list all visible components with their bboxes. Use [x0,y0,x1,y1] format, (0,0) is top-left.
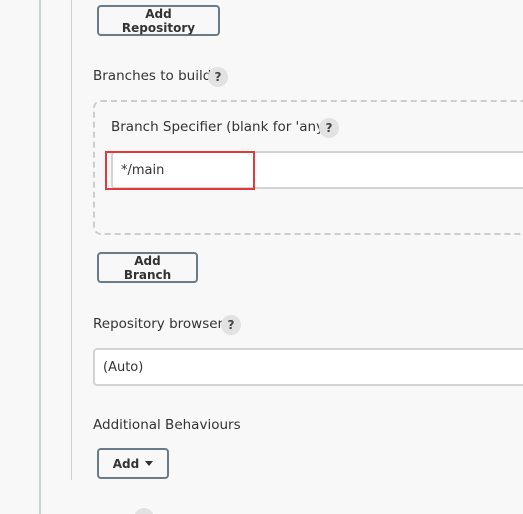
add-behaviour-button[interactable]: Add [97,448,169,479]
branches-help-icon[interactable]: ? [208,67,228,87]
add-branch-button[interactable]: Add Branch [97,252,198,283]
add-repository-button[interactable]: Add Repository [97,5,220,36]
outer-section-rule [39,0,41,514]
branch-specifier-label: Branch Specifier (blank for 'any') [111,119,334,135]
chevron-down-icon [145,461,154,466]
branches-to-build-label: Branches to build [93,68,212,84]
branch-specifier-input[interactable]: */main [111,151,523,189]
branch-specifier-help-icon[interactable]: ? [319,118,339,138]
repository-browser-select[interactable]: (Auto) [93,348,523,386]
scm-config-panel: Add Repository Branches to build ? Branc… [0,0,523,514]
repository-browser-label: Repository browser [93,316,224,332]
add-behaviour-label: Add [112,456,140,471]
repository-browser-help-icon[interactable]: ? [221,315,241,335]
additional-behaviours-label: Additional Behaviours [93,417,241,433]
inner-section-rule [71,0,72,480]
help-icon[interactable] [134,508,154,514]
